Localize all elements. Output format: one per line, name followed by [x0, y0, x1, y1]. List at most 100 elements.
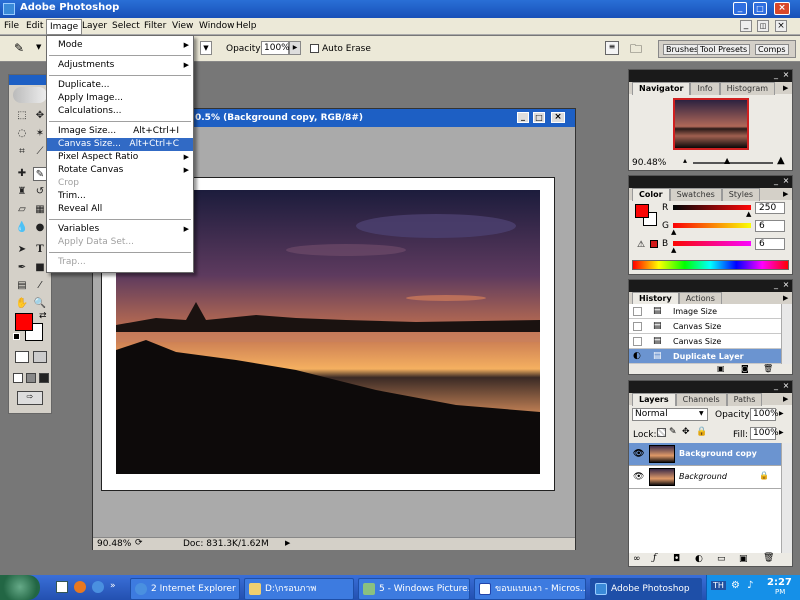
tool-preset-dropdown-icon[interactable]: ▼	[36, 43, 41, 51]
history-scrollbar[interactable]	[781, 304, 792, 364]
menu-image[interactable]: Image	[46, 19, 83, 35]
tab-layers[interactable]: Layers	[632, 393, 676, 406]
menu-file[interactable]: File	[4, 21, 19, 31]
doc-window-minimize-button[interactable]: _	[517, 112, 529, 123]
taskbar-photoshop-button[interactable]: Adobe Photoshop	[590, 578, 702, 600]
channel-b-input[interactable]: 6	[755, 238, 785, 250]
menu-filter[interactable]: Filter	[144, 21, 166, 31]
quicklaunch-notepad-icon[interactable]	[56, 581, 68, 593]
panel-close-icon[interactable]: ×	[782, 281, 790, 289]
pen-tool-icon[interactable]: ✒	[15, 261, 29, 275]
document-zoom[interactable]: 90.48%	[97, 539, 131, 549]
history-brush-source-box[interactable]	[633, 307, 642, 316]
screen-mode-full-menu-icon[interactable]	[26, 373, 36, 383]
panel-minimize-icon[interactable]: _	[772, 281, 780, 289]
lock-position-icon[interactable]: ✥	[682, 427, 690, 437]
eraser-tool-icon[interactable]: ▱	[15, 203, 29, 217]
zoom-out-icon[interactable]: ▴	[683, 156, 687, 165]
gradient-tool-icon[interactable]: ▦	[33, 203, 47, 217]
channel-g-thumb-icon[interactable]: ▲	[671, 228, 676, 236]
menu-item-image-size[interactable]: Image Size... Alt+Ctrl+I	[47, 125, 193, 138]
fill-arrow-icon[interactable]: ▶	[779, 429, 784, 436]
new-document-from-state-icon[interactable]: ▣	[717, 364, 725, 373]
panel-close-icon[interactable]: ×	[782, 177, 790, 185]
tab-channels[interactable]: Channels	[675, 393, 727, 406]
magic-wand-tool-icon[interactable]: ✶	[33, 127, 47, 141]
navigator-zoom[interactable]: 90.48%	[632, 158, 666, 168]
panel-minimize-icon[interactable]: _	[772, 382, 780, 390]
zoom-slider-thumb-icon[interactable]: ▲	[724, 156, 730, 165]
panel-menu-arrow-icon[interactable]: ▶	[783, 395, 788, 403]
language-indicator[interactable]: TH	[711, 581, 726, 590]
layer-row[interactable]: 👁 Background 🔒	[629, 466, 781, 489]
well-tab-brushes[interactable]: Brushes	[663, 44, 702, 55]
quicklaunch-explorer-icon[interactable]	[92, 581, 104, 593]
layer-mask-icon[interactable]: ◘	[673, 554, 680, 564]
blend-mode-select[interactable]: Normal	[632, 408, 708, 421]
doc-close-button[interactable]: ×	[775, 20, 787, 32]
menu-item-calculations[interactable]: Calculations...	[47, 105, 193, 118]
link-layers-icon[interactable]: ∞	[633, 554, 641, 564]
zoom-in-icon[interactable]: ▲	[777, 155, 785, 166]
layer-visibility-eye-icon[interactable]: 👁	[633, 449, 644, 459]
standard-mode-icon[interactable]	[15, 351, 29, 363]
menu-item-adjustments[interactable]: Adjustments ▶	[47, 59, 193, 72]
well-tab-tool-presets[interactable]: Tool Presets	[697, 44, 751, 55]
channel-r-slider[interactable]	[673, 205, 751, 210]
adjustment-layer-icon[interactable]: ◐	[695, 554, 703, 564]
taskbar-ie-button[interactable]: 2 Internet Explorer	[130, 578, 240, 600]
menu-view[interactable]: View	[172, 21, 193, 31]
doc-window-close-button[interactable]: ×	[551, 112, 565, 123]
channel-r-input[interactable]: 250	[755, 202, 785, 214]
layer-opacity-arrow-icon[interactable]: ▶	[779, 410, 784, 417]
minimize-button[interactable]: _	[733, 2, 747, 15]
channel-r-thumb-icon[interactable]: ▲	[746, 210, 751, 218]
new-snapshot-icon[interactable]: ◙	[741, 364, 749, 373]
menu-item-mode[interactable]: Mode ▶	[47, 39, 193, 52]
tray-network-icon[interactable]: ⚙	[731, 580, 740, 591]
navigator-thumbnail[interactable]	[673, 98, 749, 150]
doc-window-maximize-button[interactable]: □	[533, 112, 545, 123]
color-fg-swatch[interactable]	[635, 204, 649, 218]
menu-item-pixel-aspect-ratio[interactable]: Pixel Aspect Ratio ▶	[47, 151, 193, 164]
tab-color[interactable]: Color	[632, 188, 670, 201]
gamut-warning-icon[interactable]: ⚠	[637, 240, 645, 250]
menu-help[interactable]: Help	[236, 21, 257, 31]
zoom-tool-icon[interactable]: 🔍	[33, 297, 47, 311]
taskbar-word-button[interactable]: ขอบแบบเงา - Micros...	[474, 578, 586, 600]
delete-state-icon[interactable]: 🗑	[763, 364, 773, 373]
panel-minimize-icon[interactable]: _	[772, 71, 780, 79]
menu-edit[interactable]: Edit	[26, 21, 43, 31]
tab-navigator[interactable]: Navigator	[632, 82, 691, 95]
file-browser-icon[interactable]: 🗀	[630, 40, 642, 61]
move-tool-icon[interactable]: ✥	[33, 109, 47, 123]
type-tool-icon[interactable]: T	[33, 243, 47, 257]
auto-erase-checkbox[interactable]	[310, 44, 319, 53]
channel-b-thumb-icon[interactable]: ▲	[671, 246, 676, 254]
quicklaunch-expand-icon[interactable]: »	[110, 581, 116, 591]
status-menu-arrow-icon[interactable]: ▶	[285, 539, 290, 547]
well-tab-comps[interactable]: Comps	[755, 44, 789, 55]
doc-restore-button[interactable]: ◫	[757, 20, 769, 32]
layer-opacity-input[interactable]: 100%	[750, 408, 779, 421]
delete-layer-icon[interactable]: 🗑	[763, 553, 774, 563]
menu-window[interactable]: Window	[199, 21, 235, 31]
menu-item-canvas-size[interactable]: Canvas Size... Alt+Ctrl+C	[47, 138, 193, 151]
opacity-input[interactable]: 100%	[261, 41, 290, 55]
menu-item-duplicate[interactable]: Duplicate...	[47, 79, 193, 92]
menu-item-variables[interactable]: Variables ▶	[47, 223, 193, 236]
panel-menu-arrow-icon[interactable]: ▶	[783, 84, 788, 92]
lock-transparency-icon[interactable]	[657, 428, 666, 437]
screen-mode-full-icon[interactable]	[39, 373, 49, 383]
channel-g-input[interactable]: 6	[755, 220, 785, 232]
channel-b-slider[interactable]	[673, 241, 751, 246]
navigator-zoom-slider[interactable]	[693, 162, 773, 164]
eyedropper-tool-icon[interactable]: ⁄	[33, 279, 47, 293]
layer-row-active[interactable]: 👁 Background copy	[629, 443, 781, 466]
slice-tool-icon[interactable]: ⟋	[33, 145, 47, 159]
menu-item-apply-image[interactable]: Apply Image...	[47, 92, 193, 105]
pencil-tool-icon[interactable]: ✎	[14, 41, 24, 55]
history-brush-source-icon[interactable]: ◐	[633, 349, 641, 364]
panel-close-icon[interactable]: ×	[782, 382, 790, 390]
menu-item-reveal-all[interactable]: Reveal All	[47, 203, 193, 216]
